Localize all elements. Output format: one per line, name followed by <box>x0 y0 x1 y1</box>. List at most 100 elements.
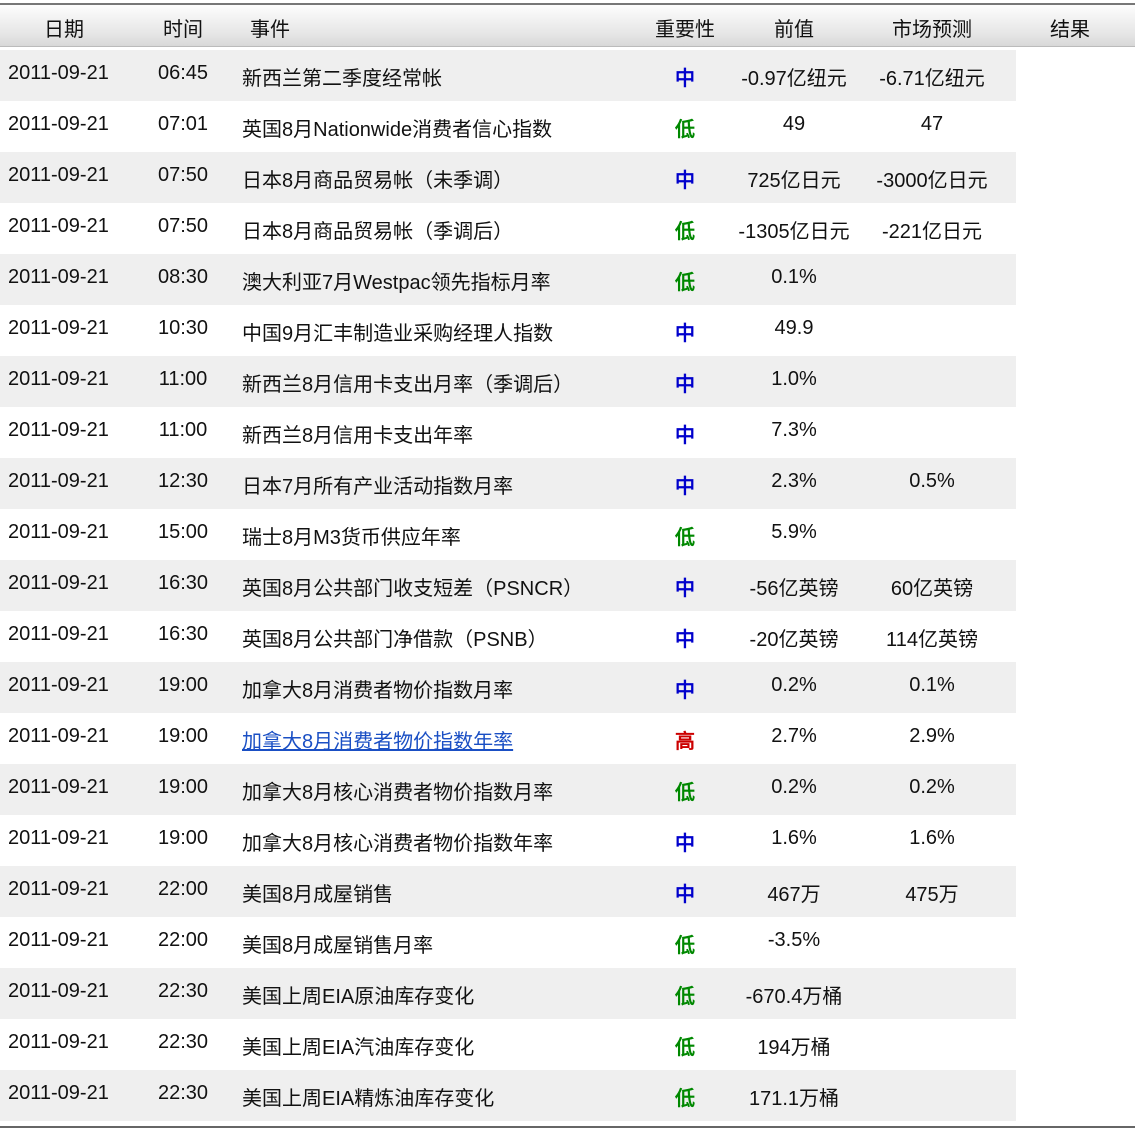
cell-time: 07:01 <box>157 113 209 135</box>
cell-time: 11:00 <box>158 368 208 390</box>
cell-forecast: 0.5% <box>909 470 955 492</box>
cell-importance: 中 <box>675 578 695 600</box>
cell-importance: 低 <box>675 1088 695 1110</box>
cell-date: 2011-09-21 <box>8 572 109 594</box>
cell-previous: 467万 <box>767 884 821 906</box>
cell-time: 08:30 <box>157 266 209 288</box>
cell-forecast: 60亿英镑 <box>890 578 974 600</box>
cell-forecast: 114亿英镑 <box>886 629 978 651</box>
cell-importance: 中 <box>675 629 695 651</box>
cell-date: 2011-09-21 <box>8 215 109 237</box>
row-background <box>0 1070 1016 1121</box>
cell-importance: 低 <box>675 527 695 549</box>
cell-date: 2011-09-21 <box>8 419 109 441</box>
cell-importance: 中 <box>675 680 695 702</box>
table-row: 2011-09-21 11:00 新西兰8月信用卡支出年率 中 7.3% <box>0 407 1135 458</box>
table-header: 日期 时间 事件 重要性 前值 市场预测 结果 <box>0 3 1135 47</box>
cell-time: 11:00 <box>158 419 208 441</box>
cell-forecast: -221亿日元 <box>881 221 983 243</box>
cell-importance: 高 <box>675 731 695 753</box>
cell-previous: 49.9 <box>774 317 814 339</box>
table-row: 2011-09-21 19:00 加拿大8月核心消费者物价指数年率 中 1.6%… <box>0 815 1135 866</box>
header-date[interactable]: 日期 <box>44 13 84 42</box>
cell-event-link[interactable]: 加拿大8月消费者物价指数年率 <box>242 725 513 754</box>
table-row: 2011-09-21 22:30 美国上周EIA原油库存变化 低 -670.4万… <box>0 968 1135 1019</box>
cell-previous: 2.3% <box>771 470 817 492</box>
cell-date: 2011-09-21 <box>8 470 109 492</box>
cell-date: 2011-09-21 <box>8 368 109 390</box>
cell-previous: 2.7% <box>771 725 817 747</box>
cell-event: 美国8月成屋销售月率 <box>242 935 434 957</box>
cell-importance: 低 <box>675 935 695 957</box>
cell-date: 2011-09-21 <box>8 164 109 186</box>
header-forecast[interactable]: 市场预测 <box>892 13 972 42</box>
cell-previous: 1.6% <box>771 827 817 849</box>
cell-previous: 1.0% <box>771 368 817 390</box>
cell-forecast: 2.9% <box>909 725 955 747</box>
cell-forecast: 47 <box>920 113 944 135</box>
cell-event: 新西兰第二季度经常帐 <box>242 68 442 90</box>
cell-forecast: 0.2% <box>909 776 955 798</box>
cell-previous: 5.9% <box>771 521 817 543</box>
cell-event: 加拿大8月核心消费者物价指数月率 <box>242 782 554 804</box>
cell-time: 19:00 <box>157 827 209 849</box>
cell-previous: 725亿日元 <box>747 170 841 192</box>
cell-event: 日本7月所有产业活动指数月率 <box>242 476 514 498</box>
cell-date: 2011-09-21 <box>8 113 109 135</box>
cell-previous: 0.2% <box>771 776 817 798</box>
cell-date: 2011-09-21 <box>8 1031 109 1053</box>
table-row: 2011-09-21 08:30 澳大利亚7月Westpac领先指标月率 低 0… <box>0 254 1135 305</box>
cell-date: 2011-09-21 <box>8 827 109 849</box>
header-result[interactable]: 结果 <box>1050 13 1090 42</box>
cell-time: 22:30 <box>157 1031 209 1053</box>
table-bottom-divider <box>0 1126 1135 1128</box>
cell-date: 2011-09-21 <box>8 266 109 288</box>
cell-time: 22:00 <box>157 929 209 951</box>
cell-previous: 0.2% <box>771 674 817 696</box>
cell-forecast: 475万 <box>905 884 959 906</box>
header-importance[interactable]: 重要性 <box>655 13 715 42</box>
cell-event: 日本8月商品贸易帐（未季调） <box>242 170 514 192</box>
cell-time: 16:30 <box>157 623 209 645</box>
header-time[interactable]: 时间 <box>163 13 203 42</box>
cell-previous: 194万桶 <box>757 1037 831 1059</box>
cell-date: 2011-09-21 <box>8 878 109 900</box>
cell-forecast: -6.71亿纽元 <box>879 68 985 90</box>
cell-importance: 中 <box>675 68 695 90</box>
cell-date: 2011-09-21 <box>8 521 109 543</box>
cell-forecast: -3000亿日元 <box>876 170 988 192</box>
cell-date: 2011-09-21 <box>8 929 109 951</box>
table-row: 2011-09-21 16:30 英国8月公共部门净借款（PSNB） 中 -20… <box>0 611 1135 662</box>
cell-importance: 低 <box>675 986 695 1008</box>
cell-previous: -1305亿日元 <box>738 221 850 243</box>
cell-event: 新西兰8月信用卡支出月率（季调后） <box>242 374 574 396</box>
cell-importance: 中 <box>675 425 695 447</box>
cell-event: 英国8月Nationwide消费者信心指数 <box>242 119 553 141</box>
cell-event: 澳大利亚7月Westpac领先指标月率 <box>242 272 551 294</box>
cell-time: 15:00 <box>157 521 209 543</box>
cell-previous: 49 <box>782 113 806 135</box>
cell-importance: 中 <box>675 374 695 396</box>
cell-importance: 中 <box>675 833 695 855</box>
table-row: 2011-09-21 07:01 英国8月Nationwide消费者信心指数 低… <box>0 101 1135 152</box>
cell-date: 2011-09-21 <box>8 62 109 84</box>
cell-event: 加拿大8月核心消费者物价指数年率 <box>242 833 554 855</box>
cell-time: 22:30 <box>157 980 209 1002</box>
cell-event: 美国上周EIA汽油库存变化 <box>242 1037 475 1059</box>
cell-time: 12:30 <box>157 470 209 492</box>
cell-date: 2011-09-21 <box>8 725 109 747</box>
cell-importance: 中 <box>675 476 695 498</box>
cell-event: 新西兰8月信用卡支出年率 <box>242 425 474 447</box>
header-previous[interactable]: 前值 <box>774 13 814 42</box>
header-event[interactable]: 事件 <box>250 13 290 42</box>
cell-previous: 171.1万桶 <box>748 1088 840 1110</box>
cell-previous: 7.3% <box>771 419 817 441</box>
cell-previous: -20亿英镑 <box>749 629 839 651</box>
cell-event: 英国8月公共部门净借款（PSNB） <box>242 629 548 651</box>
cell-importance: 低 <box>675 119 695 141</box>
cell-previous: 0.1% <box>771 266 817 288</box>
cell-time: 19:00 <box>157 776 209 798</box>
table-row: 2011-09-21 16:30 英国8月公共部门收支短差（PSNCR） 中 -… <box>0 560 1135 611</box>
cell-event: 美国上周EIA精炼油库存变化 <box>242 1088 495 1110</box>
table-row: 2011-09-21 07:50 日本8月商品贸易帐（未季调） 中 725亿日元… <box>0 152 1135 203</box>
